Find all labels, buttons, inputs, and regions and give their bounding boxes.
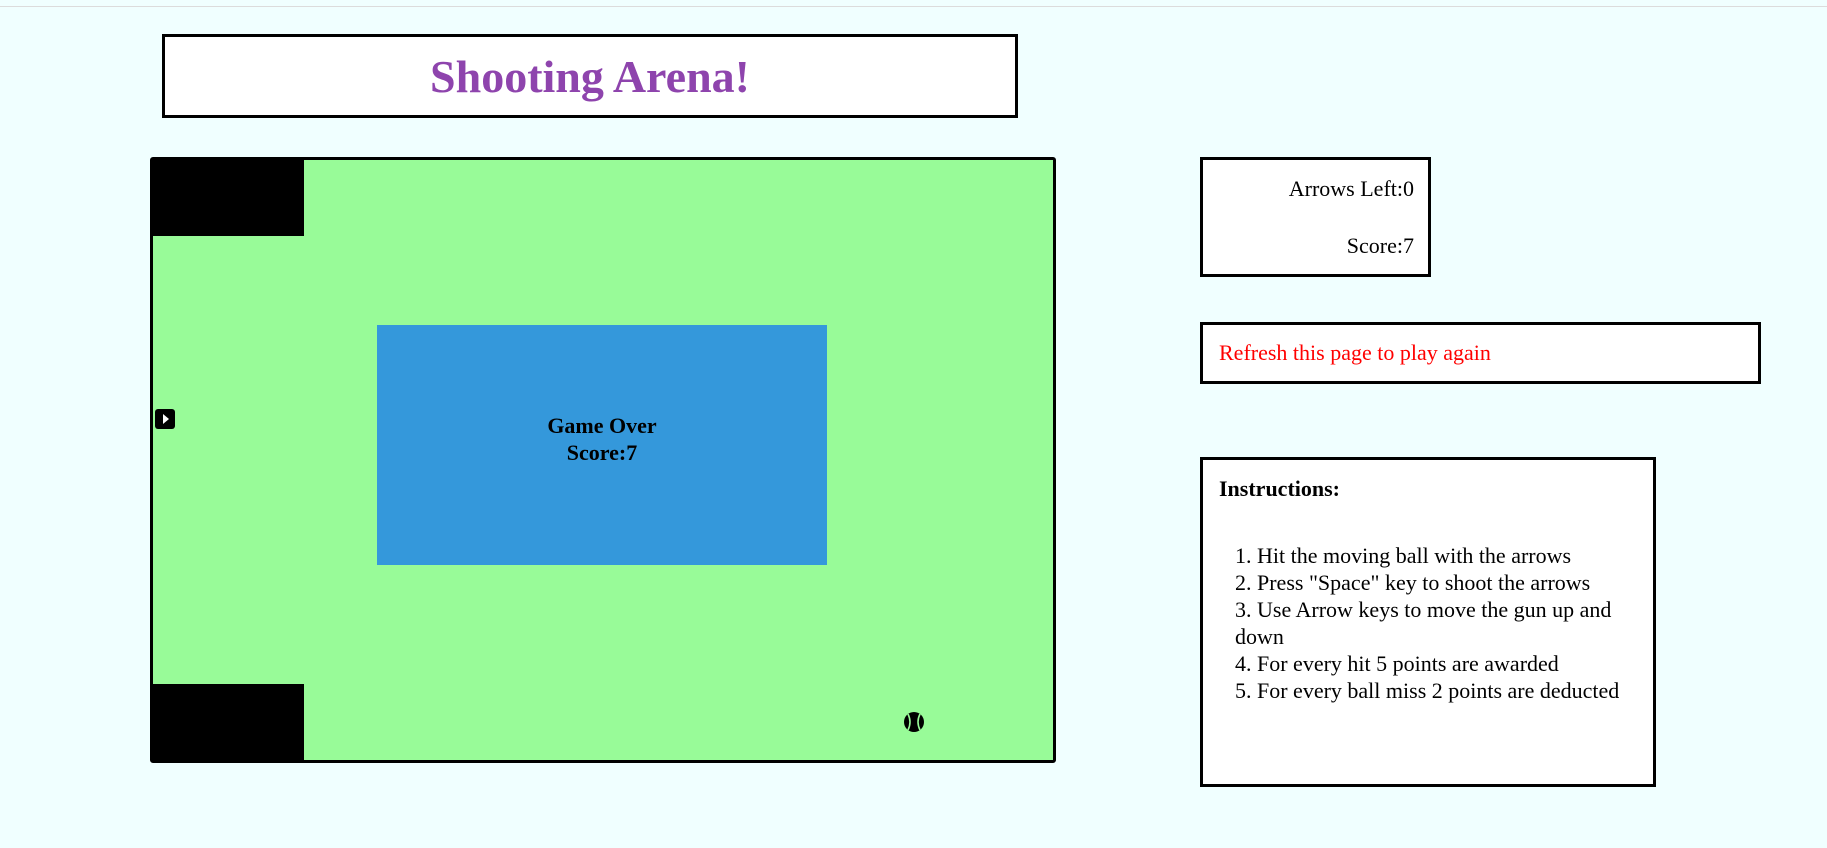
- instruction-item: 2. Press "Space" key to shoot the arrows: [1235, 570, 1591, 595]
- refresh-message-box: Refresh this page to play again: [1200, 322, 1761, 384]
- score-counter: Score:7: [1346, 233, 1414, 258]
- final-score-label: Score:7: [566, 440, 638, 465]
- title-box: Shooting Arena!: [162, 34, 1018, 118]
- arrows-left-counter: Arrows Left:0: [1288, 176, 1414, 201]
- bottom-left-wall: [153, 684, 304, 760]
- play-arrow-icon[interactable]: [155, 409, 175, 429]
- refresh-message: Refresh this page to play again: [1219, 340, 1491, 365]
- instruction-item: 5. For every ball miss 2 points are dedu…: [1235, 678, 1620, 703]
- instruction-item: 1. Hit the moving ball with the arrows: [1235, 543, 1572, 568]
- game-over-panel: Game Over Score:7: [377, 325, 827, 565]
- instructions-list: 1. Hit the moving ball with the arrows 2…: [1219, 542, 1637, 704]
- instruction-item: 3. Use Arrow keys to move the gun up and…: [1235, 597, 1612, 649]
- game-over-label: Game Over: [547, 413, 657, 438]
- top-divider: [0, 6, 1827, 7]
- instruction-item: 4. For every hit 5 points are awarded: [1235, 651, 1559, 676]
- page-title: Shooting Arena!: [430, 50, 750, 102]
- game-arena[interactable]: Game Over Score:7: [150, 157, 1056, 763]
- stats-panel: Arrows Left:0 Score:7: [1200, 157, 1431, 277]
- instructions-heading: Instructions:: [1219, 476, 1341, 501]
- top-left-wall: [153, 160, 304, 236]
- instructions-panel: Instructions: 1. Hit the moving ball wit…: [1200, 457, 1656, 787]
- ball-icon: [903, 711, 925, 733]
